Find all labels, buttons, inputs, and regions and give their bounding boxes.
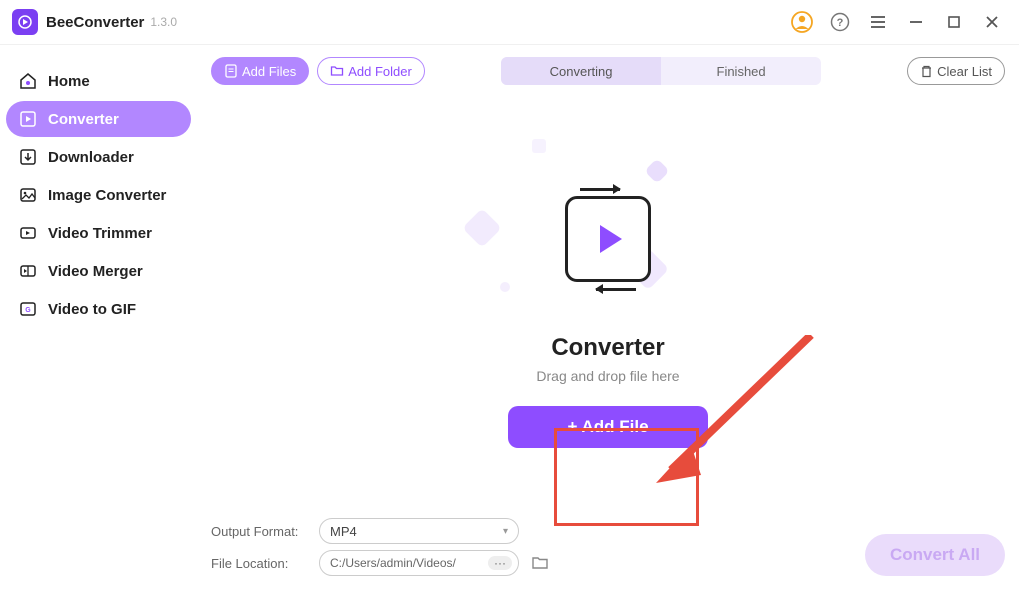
user-icon[interactable] <box>787 7 817 37</box>
app-name: BeeConverter <box>46 14 144 31</box>
menu-icon[interactable] <box>863 7 893 37</box>
chevron-down-icon: ▾ <box>503 526 508 537</box>
output-format-value: MP4 <box>330 524 357 539</box>
add-files-label: Add Files <box>242 64 296 79</box>
sidebar-item-video-trimmer[interactable]: Video Trimmer <box>6 215 191 251</box>
tab-converting[interactable]: Converting <box>501 57 661 85</box>
sidebar-item-label: Video to GIF <box>48 301 136 318</box>
converter-icon <box>18 109 38 129</box>
sidebar-item-label: Home <box>48 73 90 90</box>
app-version: 1.3.0 <box>150 15 177 29</box>
more-icon[interactable]: ··· <box>488 556 512 570</box>
sidebar: Home Converter Downloader Image Converte… <box>0 45 197 596</box>
sidebar-item-label: Image Converter <box>48 187 166 204</box>
add-files-button[interactable]: Add Files <box>211 57 309 85</box>
sidebar-item-video-to-gif[interactable]: G Video to GIF <box>6 291 191 327</box>
sidebar-item-label: Converter <box>48 111 119 128</box>
status-tabs: Converting Finished <box>501 57 821 85</box>
empty-title: Converter <box>551 334 664 362</box>
add-file-button[interactable]: + Add File <box>508 406 708 448</box>
titlebar: BeeConverter 1.3.0 ? <box>0 0 1019 45</box>
file-location-label: File Location: <box>211 556 309 571</box>
output-format-select[interactable]: MP4 ▾ <box>319 518 519 544</box>
close-icon[interactable] <box>977 7 1007 37</box>
trimmer-icon <box>18 223 38 243</box>
app-logo <box>12 9 38 35</box>
empty-subtitle: Drag and drop file here <box>536 368 679 384</box>
sidebar-item-label: Downloader <box>48 149 134 166</box>
file-icon <box>224 64 238 78</box>
download-icon <box>18 147 38 167</box>
open-folder-button[interactable] <box>529 552 551 574</box>
file-location-value: C:/Users/admin/Videos/ <box>330 556 456 570</box>
empty-state: Converter Drag and drop file here + Add … <box>211 93 1005 518</box>
output-format-label: Output Format: <box>211 524 309 539</box>
clear-list-button[interactable]: Clear List <box>907 57 1005 85</box>
file-location-field[interactable]: C:/Users/admin/Videos/ ··· <box>319 550 519 576</box>
add-folder-button[interactable]: Add Folder <box>317 57 425 85</box>
sidebar-item-label: Video Trimmer <box>48 225 152 242</box>
svg-text:?: ? <box>837 17 844 29</box>
folder-icon <box>330 64 344 78</box>
maximize-icon[interactable] <box>939 7 969 37</box>
content-area: Add Files Add Folder Converting Finished… <box>197 45 1019 596</box>
svg-text:G: G <box>25 307 31 314</box>
merger-icon <box>18 261 38 281</box>
help-icon[interactable]: ? <box>825 7 855 37</box>
gif-icon: G <box>18 299 38 319</box>
add-folder-label: Add Folder <box>348 64 412 79</box>
convert-all-button[interactable]: Convert All <box>865 534 1005 576</box>
toolbar: Add Files Add Folder Converting Finished… <box>211 57 1005 85</box>
sidebar-item-video-merger[interactable]: Video Merger <box>6 253 191 289</box>
tab-finished[interactable]: Finished <box>661 57 821 85</box>
sidebar-item-home[interactable]: Home <box>6 63 191 99</box>
sidebar-item-image-converter[interactable]: Image Converter <box>6 177 191 213</box>
home-icon <box>18 71 38 91</box>
sidebar-item-downloader[interactable]: Downloader <box>6 139 191 175</box>
minimize-icon[interactable] <box>901 7 931 37</box>
clear-list-label: Clear List <box>937 64 992 79</box>
trash-icon <box>920 65 933 78</box>
converter-illustration <box>508 164 708 314</box>
sidebar-item-label: Video Merger <box>48 263 143 280</box>
sidebar-item-converter[interactable]: Converter <box>6 101 191 137</box>
image-icon <box>18 185 38 205</box>
